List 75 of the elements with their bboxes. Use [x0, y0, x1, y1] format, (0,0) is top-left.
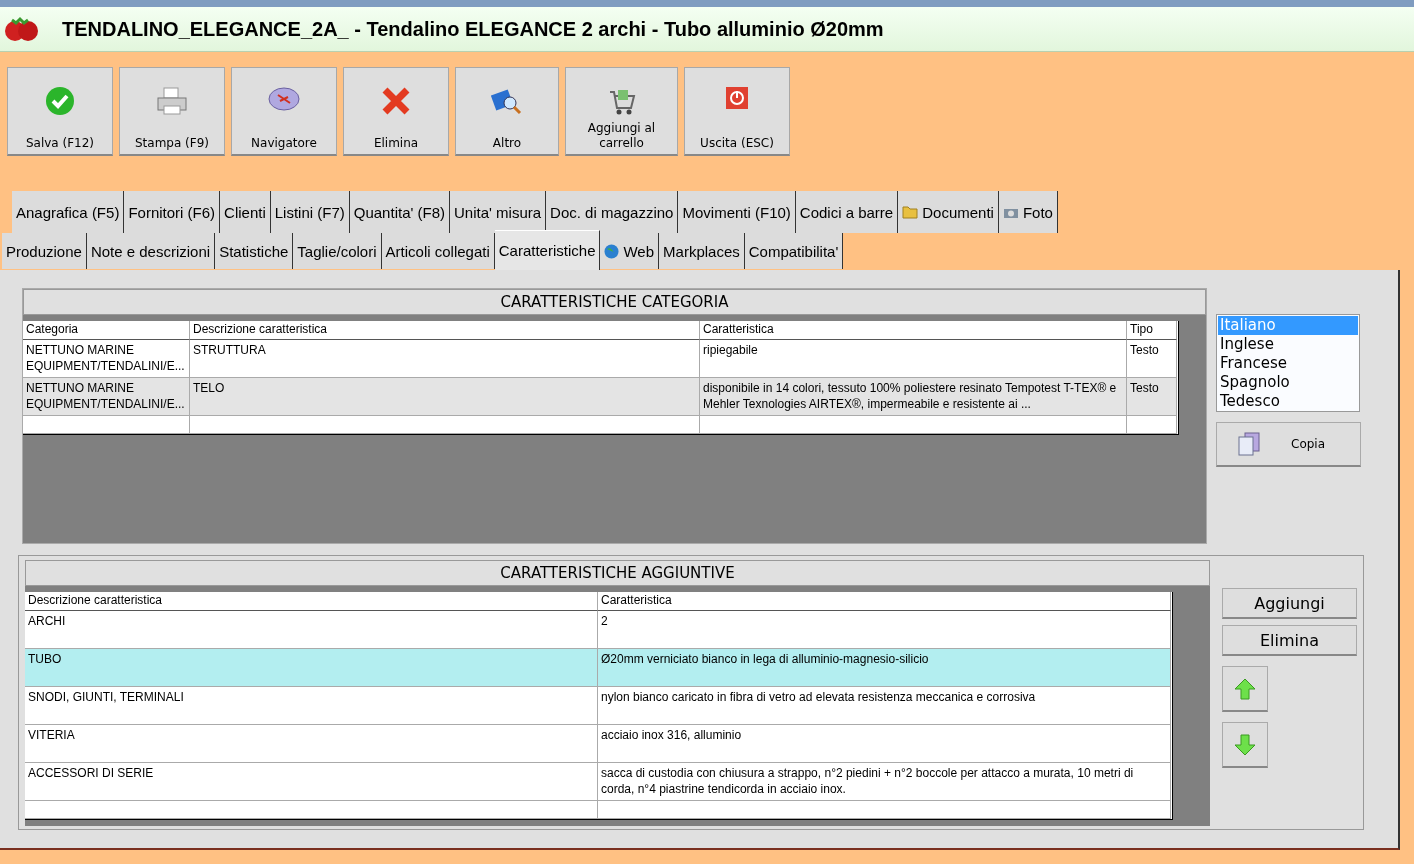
folder-icon — [902, 205, 919, 219]
toolbar-button[interactable]: Elimina — [343, 67, 449, 156]
tab[interactable]: Caratteristiche — [494, 230, 601, 270]
printer-icon — [156, 86, 188, 116]
arrow-up-icon — [1234, 677, 1256, 700]
toolbar-button[interactable]: Uscita (ESC) — [684, 67, 790, 156]
toolbar-button[interactable]: Altro — [455, 67, 559, 156]
table-cell: STRUTTURA — [190, 340, 700, 378]
toolbar-button[interactable]: Salva (F12) — [7, 67, 113, 156]
toolbar-button[interactable]: Stampa (F9) — [119, 67, 225, 156]
power-icon — [725, 86, 749, 110]
arrow-down-icon — [1234, 733, 1256, 756]
table-cell: Testo — [1127, 340, 1177, 378]
table-cell: ACCESSORI DI SERIE — [25, 763, 598, 801]
table-cell: Ø20mm verniciato bianco in lega di alluminio-magnesio-silicio — [598, 649, 1171, 687]
table-cell: nylon bianco caricato in fibra di vetro ad elevata resistenza meccanica e corrosiva — [598, 687, 1171, 725]
table-cell: sacca di custodia con chiusura a strappo, n°2 piedini + n°2 boccole per attacco a murata, 10 metri di corda, n°4 piastrine tendicorda in acciaio inox. — [598, 763, 1171, 801]
copy-button[interactable]: Copia — [1216, 422, 1361, 467]
documents-icon — [1237, 432, 1261, 456]
language-list[interactable]: Italiano Inglese Francese Spagnolo Tedesco — [1216, 314, 1360, 412]
tab[interactable]: Documenti — [898, 191, 999, 233]
table-cell: 2 — [598, 611, 1171, 649]
cross-icon — [381, 86, 411, 116]
column-header: Categoria — [23, 321, 190, 340]
tab[interactable]: Foto — [998, 191, 1058, 233]
table-cell: NETTUNO MARINE EQUIPMENT/TENDALINI/E... — [23, 378, 190, 416]
tab[interactable]: Fornitori (F6) — [124, 191, 221, 233]
side-button[interactable]: Elimina — [1222, 625, 1357, 656]
column-header: Descrizione caratteristica — [25, 592, 598, 611]
tab[interactable]: Taglie/colori — [293, 233, 382, 269]
strawberry-icon — [4, 14, 40, 44]
column-header: Descrizione caratteristica — [190, 321, 700, 340]
tab[interactable]: Listini (F7) — [270, 191, 350, 233]
tab[interactable]: Compatibilita' — [744, 233, 844, 269]
table-cell: VITERIA — [25, 725, 598, 763]
column-header: Caratteristica — [598, 592, 1171, 611]
column-header: Caratteristica — [700, 321, 1127, 340]
table-cell: SNODI, GIUNTI, TERMINALI — [25, 687, 598, 725]
tab[interactable]: Unita' misura — [450, 191, 547, 233]
column-header: Tipo — [1127, 321, 1177, 340]
table-cell: TELO — [190, 378, 700, 416]
table-cell: NETTUNO MARINE EQUIPMENT/TENDALINI/E... — [23, 340, 190, 378]
tab[interactable]: Quantita' (F8) — [349, 191, 450, 233]
table-cell: acciaio inox 316, alluminio — [598, 725, 1171, 763]
tab[interactable]: Markplaces — [659, 233, 745, 269]
tab[interactable]: Codici a barre — [795, 191, 899, 233]
tab[interactable]: Movimenti (F10) — [678, 191, 796, 233]
section-title: CARATTERISTICHE CATEGORIA — [23, 289, 1206, 315]
tab[interactable]: Web — [600, 233, 660, 269]
table-cell: ARCHI — [25, 611, 598, 649]
table-cell: TUBO — [25, 649, 598, 687]
tab[interactable]: Statistiche — [215, 233, 294, 269]
list-item[interactable]: Tedesco — [1218, 392, 1358, 411]
table-cell: ripiegabile — [700, 340, 1127, 378]
list-item[interactable]: Francese — [1218, 354, 1358, 373]
table-cell: disponibile in 14 colori, tessuto 100% poliestere resinato Tempotest T-TEX® e Mehler Texnologies AIRTEX®, impermeabile e resistente ai ... — [700, 378, 1127, 416]
table-cell: Testo — [1127, 378, 1177, 416]
tab[interactable]: Anagrafica (F5) — [12, 191, 125, 233]
tab[interactable]: Clienti — [220, 191, 271, 233]
toolbar-button[interactable]: Aggiungi al carrello — [565, 67, 678, 156]
move-down-button[interactable] — [1222, 722, 1268, 768]
section-title: CARATTERISTICHE AGGIUNTIVE — [25, 560, 1210, 586]
window-title: TENDALINO_ELEGANCE_2A_ - Tendalino ELEGANCE 2 archi - Tubo alluminio Ø20mm — [62, 17, 884, 41]
side-button[interactable]: Aggiungi — [1222, 588, 1357, 619]
globe-icon — [604, 243, 620, 259]
checkmark-icon — [45, 86, 75, 116]
tab[interactable]: Articoli collegati — [381, 233, 495, 269]
tab[interactable]: Produzione — [2, 233, 87, 269]
list-item[interactable]: Spagnolo — [1218, 373, 1358, 392]
compass-icon — [268, 86, 300, 112]
move-up-button[interactable] — [1222, 666, 1268, 712]
list-item[interactable]: Inglese — [1218, 335, 1358, 354]
tab[interactable]: Doc. di magazzino — [546, 191, 679, 233]
toolbar-button[interactable]: Navigatore — [231, 67, 337, 156]
tab[interactable]: Note e descrizioni — [86, 233, 216, 269]
